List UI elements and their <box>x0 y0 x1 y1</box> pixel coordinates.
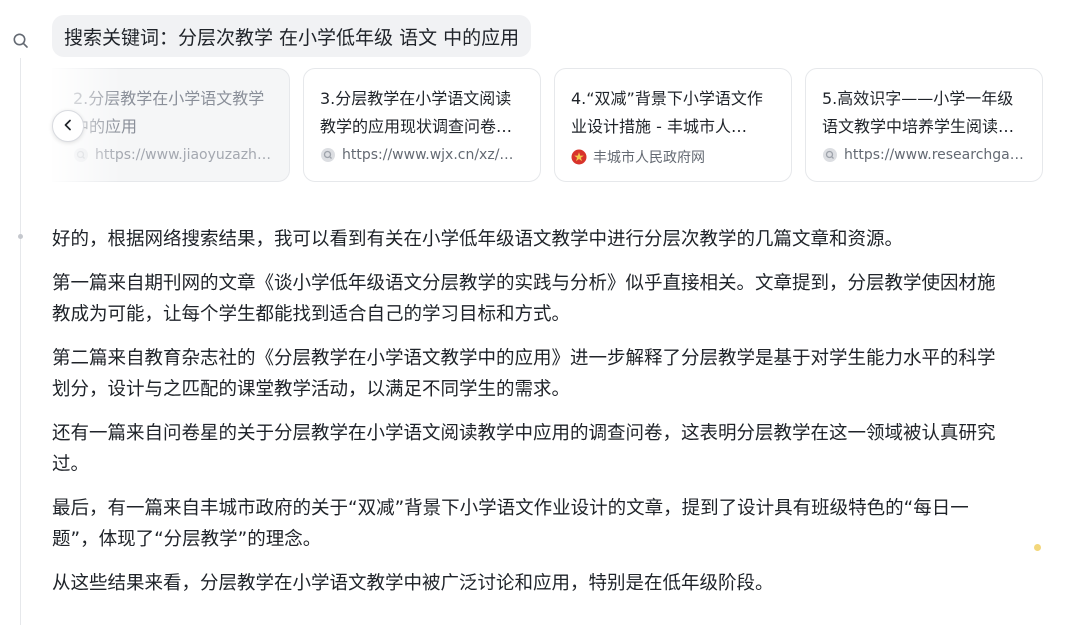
result-card-source: https://www.researchgat… <box>822 147 1024 163</box>
globe-icon <box>73 147 89 163</box>
answer-paragraph: 第一篇来自期刊网的文章《谈小学低年级语文分层教学的实践与分析》似乎直接相关。文章… <box>52 273 996 325</box>
result-card-title: 4.“双减”背景下小学语文作业设计措施 - 丰城市人… <box>571 89 763 136</box>
answer-paragraph: 从这些结果来看，分层教学在小学语文教学中被广泛讨论和应用，特别是在低年级阶段。 <box>52 573 774 594</box>
result-card-source: 丰城市人民政府网 <box>571 147 773 167</box>
result-card-title: 2.分层教学在小学语文教学中的应用 <box>73 89 265 136</box>
answer-paragraph: 第二篇来自教育杂志社的《分层教学在小学语文教学中的应用》进一步解释了分层教学是基… <box>52 348 996 400</box>
search-result-cards: 2.分层教学在小学语文教学中的应用 https://www.jiaoyuzazh… <box>52 68 1080 184</box>
emblem-icon <box>571 149 587 165</box>
answer-paragraph: 还有一篇来自问卷星的关于分层教学在小学语文阅读教学中应用的调查问卷，这表明分层教… <box>52 423 996 475</box>
search-keyword-chip: 搜索关键词：分层次教学 在小学低年级 语文 中的应用 <box>52 15 532 57</box>
result-card-4[interactable]: 4.“双减”背景下小学语文作业设计措施 - 丰城市人… 丰城市人民政府网 <box>554 68 792 182</box>
carousel-prev-button[interactable] <box>52 110 84 142</box>
decorative-dot <box>1034 544 1041 551</box>
search-icon <box>12 32 30 50</box>
result-card-3[interactable]: 3.分层教学在小学语文阅读教学的应用现状调查问卷… https://www.wj… <box>303 68 541 182</box>
assistant-answer: 好的，根据网络搜索结果，我可以看到有关在小学低年级语文教学中进行分层次教学的几篇… <box>52 224 1012 612</box>
answer-paragraph: 好的，根据网络搜索结果，我可以看到有关在小学低年级语文教学中进行分层次教学的几篇… <box>52 229 904 250</box>
globe-icon <box>320 147 336 163</box>
result-card-5[interactable]: 5.高效识字——小学一年级语文教学中培养学生阅读… https://www.re… <box>805 68 1043 182</box>
result-card-source: https://www.jiaoyuzazhis… <box>55 147 271 163</box>
timeline-dot <box>18 234 23 239</box>
timeline-line <box>20 58 21 625</box>
result-card-title: 3.分层教学在小学语文阅读教学的应用现状调查问卷… <box>320 89 513 136</box>
chevron-left-icon <box>61 117 75 136</box>
answer-paragraph: 最后，有一篇来自丰城市政府的关于“双减”背景下小学语文作业设计的文章，提到了设计… <box>52 498 969 550</box>
result-card-source: https://www.wjx.cn/xz/3… <box>320 147 522 163</box>
search-keyword-label: 搜索关键词：分层次教学 在小学低年级 语文 中的应用 <box>64 26 520 49</box>
result-card-2[interactable]: 2.分层教学在小学语文教学中的应用 https://www.jiaoyuzazh… <box>52 68 290 182</box>
result-card-title: 5.高效识字——小学一年级语文教学中培养学生阅读… <box>822 89 1015 136</box>
globe-icon <box>822 147 838 163</box>
